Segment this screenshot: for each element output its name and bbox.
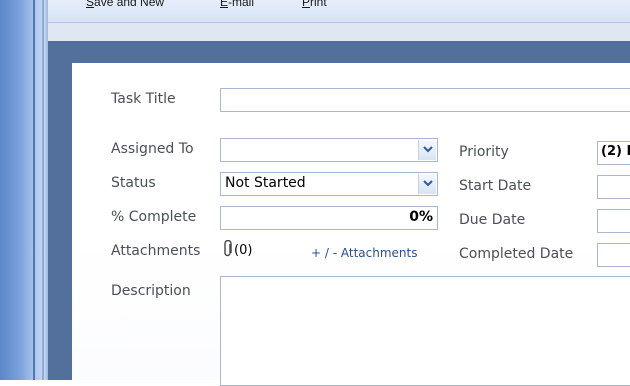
percent-complete-field[interactable]: 0% <box>220 206 438 230</box>
accelerator-key: E <box>220 0 229 9</box>
email-button[interactable]: E-mail <box>220 0 254 9</box>
assigned-to-dropdown[interactable] <box>220 138 438 162</box>
start-date-field[interactable] <box>597 175 630 199</box>
manage-attachments-link[interactable]: + / - Attachments <box>311 246 417 260</box>
due-date-field[interactable] <box>597 209 630 233</box>
attachments-label: Attachments <box>111 243 201 259</box>
accelerator-key: P <box>302 0 311 9</box>
status-dropdown[interactable]: Not Started <box>220 172 438 196</box>
completed-date-label: Completed Date <box>459 246 574 262</box>
description-label: Description <box>111 283 191 299</box>
priority-label: Priority <box>459 144 509 160</box>
status-label: Status <box>111 175 156 191</box>
button-label: -mail <box>228 0 255 9</box>
status-value: Not Started <box>225 175 306 191</box>
print-button[interactable]: Print <box>302 0 327 9</box>
percent-complete-value: 0% <box>409 209 433 225</box>
priority-value: (2) N <box>601 144 630 159</box>
accelerator-key: S <box>86 0 95 9</box>
paperclip-icon <box>222 239 234 258</box>
completed-date-field[interactable] <box>597 243 630 267</box>
chevron-down-icon <box>423 146 433 153</box>
button-label: rint <box>310 0 327 9</box>
assigned-to-label: Assigned To <box>111 141 194 157</box>
save-and-new-button[interactable]: Save and New <box>86 0 164 9</box>
dropdown-button[interactable] <box>418 140 436 160</box>
rail-divider <box>33 0 35 380</box>
description-field[interactable] <box>220 276 630 386</box>
task-title-field[interactable] <box>220 88 630 112</box>
priority-dropdown[interactable]: (2) N <box>597 141 630 165</box>
app-left-rail <box>0 0 48 380</box>
start-date-label: Start Date <box>459 178 532 194</box>
header-band <box>48 23 630 41</box>
chevron-down-icon <box>423 180 433 187</box>
dropdown-button[interactable] <box>418 174 436 194</box>
task-title-label: Task Title <box>111 91 176 107</box>
percent-complete-label: % Complete <box>111 209 197 225</box>
due-date-label: Due Date <box>459 212 526 228</box>
button-label: ave and New <box>94 0 165 9</box>
attachments-count: (0) <box>234 243 253 258</box>
rail-divider <box>42 0 44 380</box>
ribbon-toolbar: Save and New E-mail Print <box>48 0 630 23</box>
